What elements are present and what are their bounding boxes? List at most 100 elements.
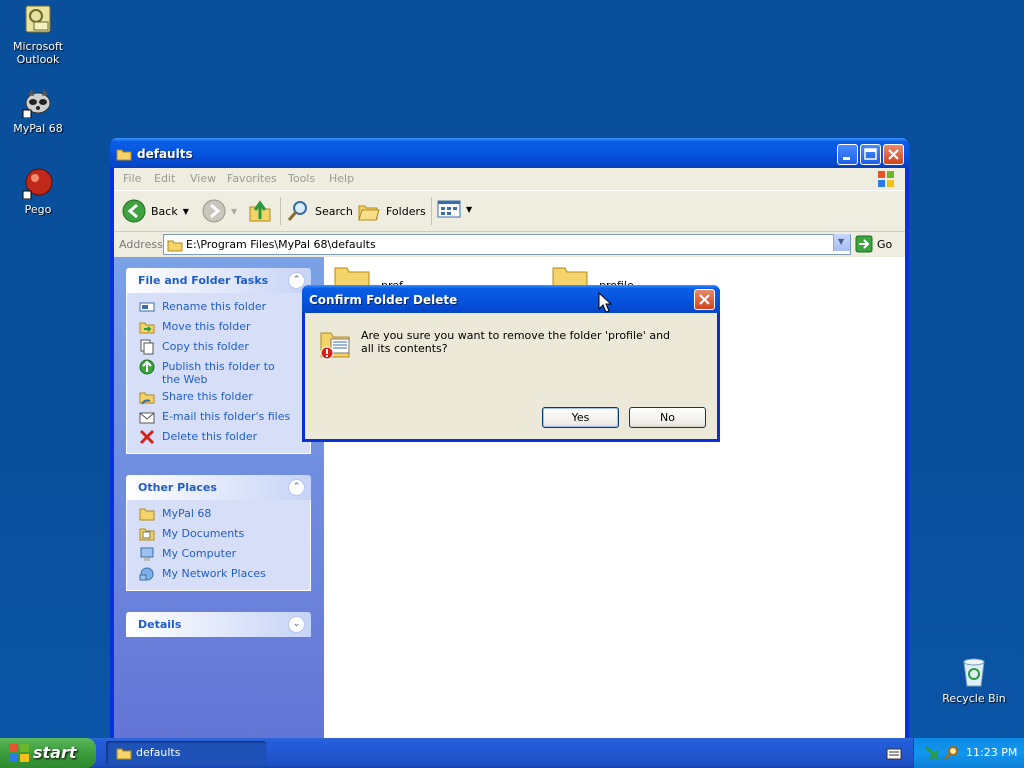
chevron-down-icon: ▼ (182, 206, 189, 216)
panel-title: Other Places (138, 481, 217, 494)
task-copy-folder[interactable]: Copy this folder (127, 337, 310, 357)
maximize-button[interactable] (860, 144, 881, 165)
views-icon (437, 200, 461, 218)
address-input[interactable]: E:\Program Files\MyPal 68\defaults (163, 234, 851, 255)
menu-view[interactable]: View (190, 172, 216, 185)
task-delete-folder[interactable]: Delete this folder (127, 427, 310, 447)
taskbar: start defaults 11:23 PM (0, 738, 1024, 768)
desktop-icon-label: Outlook (16, 53, 60, 66)
no-button[interactable]: No (629, 407, 706, 428)
taskbar-item-label: defaults (136, 746, 181, 759)
desktop-icon-recycle-bin[interactable]: Recycle Bin (936, 656, 1012, 705)
place-my-computer[interactable]: My Computer (127, 544, 310, 564)
dialog-message: Are you sure you want to remove the fold… (361, 329, 671, 355)
place-my-documents[interactable]: My Documents (127, 524, 310, 544)
desktop-icon-label: Recycle Bin (942, 692, 1006, 705)
dialog-title: Confirm Folder Delete (309, 293, 458, 307)
start-button[interactable]: start (0, 738, 96, 768)
panel-title: File and Folder Tasks (138, 274, 269, 287)
address-label: Address (119, 238, 163, 251)
folders-label: Folders (386, 204, 426, 218)
minimize-button[interactable] (837, 144, 858, 165)
windows-logo-icon (876, 169, 896, 192)
menu-bar: File Edit View Favorites Tools Help (114, 168, 905, 191)
place-label: MyPal 68 (162, 507, 212, 520)
desktop-icon-outlook[interactable]: Microsoft Outlook (0, 4, 76, 66)
menu-tools[interactable]: Tools (288, 172, 315, 185)
publish-web-icon (139, 359, 155, 375)
window-client: File Edit View Favorites Tools Help Back… (114, 168, 905, 738)
close-button[interactable] (883, 144, 904, 165)
panel-body: MyPal 68 My Documents My Computer My Net… (126, 500, 311, 591)
address-bar: Address E:\Program Files\MyPal 68\defaul… (114, 232, 905, 256)
expand-icon[interactable]: ⌄ (288, 616, 305, 633)
place-my-network-places[interactable]: My Network Places (127, 564, 310, 584)
panel-header[interactable]: Details ⌄ (126, 612, 311, 637)
details-panel: Details ⌄ (126, 612, 311, 637)
chevron-down-icon: ▼ (231, 206, 238, 216)
go-label: Go (877, 237, 893, 251)
search-button[interactable]: Search (286, 199, 353, 223)
panel-header[interactable]: Other Places ⌃ (126, 475, 311, 500)
toolbar: Back ▼ ▼ Search Folders ▼ (114, 191, 905, 232)
desktop-icon-label: Pego (24, 203, 52, 216)
clock: 11:23 PM (966, 746, 1018, 759)
menu-file[interactable]: File (123, 172, 141, 185)
windows-logo-icon (9, 744, 29, 762)
start-label: start (33, 743, 77, 762)
confirm-delete-dialog: Confirm Folder Delete Are you sure you w… (302, 285, 720, 442)
keyboard-icon[interactable] (886, 748, 902, 760)
desktop-icon-pego[interactable]: Pego (0, 167, 76, 216)
chevron-down-icon: ▼ (466, 204, 473, 214)
task-label: Delete this folder (162, 430, 258, 443)
task-email-files[interactable]: E-mail this folder's files (127, 407, 310, 427)
tray-app-icon[interactable] (924, 745, 940, 761)
dialog-titlebar[interactable]: Confirm Folder Delete (302, 285, 720, 313)
recycle-bin-icon (958, 656, 990, 688)
task-pane: File and Folder Tasks ⌃ Rename this fold… (114, 257, 324, 738)
outlook-icon (22, 4, 54, 36)
back-arrow-icon (122, 199, 146, 223)
folders-icon (358, 205, 380, 221)
desktop-icon-mypal[interactable]: MyPal 68 (0, 86, 76, 135)
delete-folder-warning-icon (320, 332, 350, 360)
address-dropdown-button[interactable]: ▼ (833, 234, 850, 251)
forward-button[interactable]: ▼ (202, 199, 237, 223)
dialog-close-button[interactable] (694, 289, 715, 310)
go-arrow-icon (855, 235, 873, 253)
panel-header[interactable]: File and Folder Tasks ⌃ (126, 268, 311, 293)
my-computer-icon (140, 547, 154, 561)
collapse-icon[interactable]: ⌃ (288, 272, 305, 289)
folder-icon (167, 237, 183, 256)
toolbar-separator (280, 197, 281, 225)
back-label: Back (151, 204, 178, 218)
tray-search-icon[interactable] (943, 745, 959, 761)
window-title: defaults (137, 147, 193, 161)
up-folder-icon (249, 200, 271, 222)
system-tray: 11:23 PM (913, 738, 1024, 768)
desktop-icon-label: Microsoft (12, 40, 64, 53)
menu-edit[interactable]: Edit (154, 172, 175, 185)
file-folder-tasks-panel: File and Folder Tasks ⌃ Rename this fold… (126, 268, 311, 454)
task-label: Rename this folder (162, 300, 267, 313)
task-share-folder[interactable]: Share this folder (127, 387, 310, 407)
taskbar-item-defaults[interactable]: defaults (106, 741, 266, 765)
window-titlebar[interactable]: defaults (110, 138, 909, 168)
task-rename-folder[interactable]: Rename this folder (127, 297, 310, 317)
task-move-folder[interactable]: Move this folder (127, 317, 310, 337)
menu-help[interactable]: Help (329, 172, 354, 185)
network-places-icon (139, 567, 154, 581)
yes-button[interactable]: Yes (542, 407, 619, 428)
go-button[interactable]: Go (855, 235, 892, 253)
email-icon (139, 412, 155, 424)
up-folder-button[interactable] (248, 199, 272, 223)
folder-icon (139, 508, 155, 521)
folders-button[interactable]: Folders (357, 199, 426, 223)
views-button[interactable]: ▼ (437, 199, 472, 219)
place-mypal[interactable]: MyPal 68 (127, 504, 310, 524)
back-button[interactable]: Back ▼ (122, 199, 189, 223)
menu-favorites[interactable]: Favorites (227, 172, 277, 185)
task-label: Publish this folder to the Web (162, 360, 275, 386)
task-publish-folder[interactable]: Publish this folder to the Web (127, 357, 310, 387)
collapse-icon[interactable]: ⌃ (288, 479, 305, 496)
